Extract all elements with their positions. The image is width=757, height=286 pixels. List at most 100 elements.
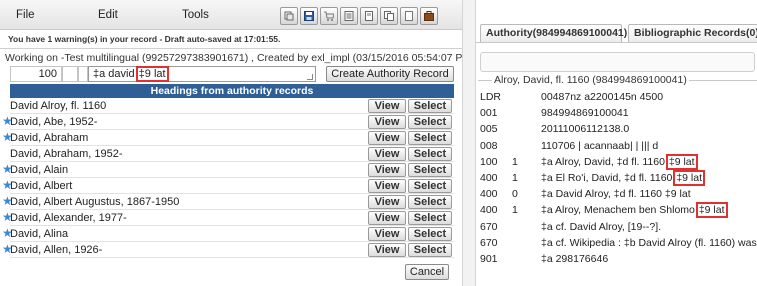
record-field-tag: 400 bbox=[480, 188, 498, 201]
briefcase-icon[interactable] bbox=[420, 7, 438, 25]
record-field-value: 110706 | acannaab| | ||| d bbox=[541, 140, 658, 152]
heading-row[interactable]: ★ David, Abe, 1952- View Select bbox=[2, 114, 454, 130]
heading-row[interactable]: David Alroy, fl. 1160 View Select bbox=[10, 98, 454, 114]
copy-record-icon[interactable] bbox=[280, 7, 298, 25]
menu-tools[interactable]: Tools bbox=[182, 9, 209, 21]
record-field-row: 005 20111006112138.0 bbox=[480, 121, 757, 137]
record-field-tag: 005 bbox=[480, 123, 498, 136]
select-button[interactable]: Select bbox=[408, 179, 452, 193]
copy-page-icon[interactable] bbox=[380, 7, 398, 25]
language-subfield-highlight: ‡9 lat bbox=[695, 202, 728, 219]
pane-splitter[interactable] bbox=[462, 0, 476, 286]
record-field-row: LDR 00487nz a2200145n 4500 bbox=[480, 89, 757, 105]
record-field-tag: 100 bbox=[480, 155, 498, 168]
record-field-indicator: 1 bbox=[512, 204, 518, 217]
view-button[interactable]: View bbox=[368, 131, 406, 145]
record-field-tag: 670 bbox=[480, 236, 498, 249]
select-button[interactable]: Select bbox=[408, 195, 452, 209]
view-button[interactable]: View bbox=[368, 147, 406, 161]
blank-page-icon[interactable] bbox=[400, 7, 418, 25]
heading-row[interactable]: ★ David, Alexander, 1977- View Select bbox=[2, 210, 454, 226]
heading-label: David, Allen, 1926- bbox=[10, 244, 103, 256]
create-authority-record-button[interactable]: Create Authority Record bbox=[326, 66, 454, 82]
view-button[interactable]: View bbox=[368, 99, 406, 113]
field-content-text: ‡a david bbox=[93, 68, 138, 80]
heading-row[interactable]: ★ David, Abraham View Select bbox=[2, 130, 454, 146]
record-field-indicator: 1 bbox=[512, 155, 518, 168]
heading-row[interactable]: ★ David, Albert View Select bbox=[2, 178, 454, 194]
select-button[interactable]: Select bbox=[408, 115, 452, 129]
record-field-tag: 400 bbox=[480, 172, 498, 184]
record-field-row: 670 ‡a cf. Wikipedia : ‡b David Alroy (fl… bbox=[480, 235, 757, 251]
authority-headings-list: Headings from authority records David Al… bbox=[2, 84, 454, 258]
select-button[interactable]: Select bbox=[408, 211, 452, 225]
record-field-tag: 400 bbox=[480, 204, 498, 217]
heading-label: David, Albert Augustus, 1867-1950 bbox=[10, 196, 180, 208]
view-button[interactable]: View bbox=[368, 179, 406, 193]
heading-label: David, Albert bbox=[10, 180, 73, 192]
record-field-value: 20111006112138.0 bbox=[541, 123, 629, 135]
select-button[interactable]: Select bbox=[408, 163, 452, 177]
record-field-row: 400 1 ‡a El Ro'i, David, ‡d fl. 1160 ‡9 la… bbox=[480, 170, 757, 186]
record-field-text: 00487nz a2200145n 4500 bbox=[541, 91, 664, 103]
heading-label: David, Alain bbox=[10, 164, 69, 176]
marc-field-row: 100 ‡a david ‡9 lat Create Authority Rec… bbox=[0, 64, 462, 82]
tab-authority[interactable]: Authority(984994869100041) bbox=[480, 24, 627, 42]
record-field-text: ‡a cf. David Alroy, [19--?]. bbox=[541, 220, 662, 233]
record-field-row: 008 110706 | acannaab| | ||| d bbox=[480, 138, 757, 154]
cart-icon[interactable] bbox=[320, 7, 338, 25]
list-icon[interactable] bbox=[340, 7, 358, 25]
select-button[interactable]: Select bbox=[408, 147, 452, 161]
record-field-text: ‡a David Alroy, ‡d fl. 1160 ‡9 lat bbox=[541, 188, 691, 201]
indicator-2-input[interactable] bbox=[78, 66, 88, 82]
field-tag-input[interactable]: 100 bbox=[10, 66, 62, 82]
menu-edit[interactable]: Edit bbox=[98, 9, 118, 21]
record-field-value: ‡a El Ro'i, David, ‡d fl. 1160 ‡9 lat bbox=[541, 170, 705, 186]
preview-toolbar bbox=[480, 52, 755, 72]
record-field-row: 400 0 ‡a David Alroy, ‡d fl. 1160 ‡9 lat bbox=[480, 186, 757, 202]
record-field-indicator: 1 bbox=[512, 172, 518, 184]
heading-label: David, Abe, 1952- bbox=[10, 116, 98, 128]
record-field-value: ‡a David Alroy, ‡d fl. 1160 ‡9 lat bbox=[541, 188, 691, 200]
menu-file[interactable]: File bbox=[16, 9, 35, 21]
tab-bibliographic-records[interactable]: Bibliographic Records(0) bbox=[628, 24, 757, 42]
record-field-tag: LDR bbox=[480, 91, 502, 103]
view-button[interactable]: View bbox=[368, 227, 406, 241]
record-field-text: ‡a Alroy, Menachem ben Shlomo bbox=[541, 204, 698, 217]
indicator-1-input[interactable] bbox=[62, 66, 78, 82]
page-icon[interactable] bbox=[360, 7, 378, 25]
authority-record-frame: Alroy, David, fl. 1160 (984994869100041)… bbox=[478, 74, 757, 286]
language-subfield-highlight: ‡9 lat bbox=[135, 66, 169, 82]
authority-record-title: Alroy, David, fl. 1160 (984994869100041) bbox=[492, 74, 689, 86]
heading-row[interactable]: ★ David, Albert Augustus, 1867-1950 View Se… bbox=[2, 194, 454, 210]
record-field-value: ‡a cf. Wikipedia : ‡b David Alroy (fl. 1… bbox=[541, 237, 757, 249]
record-field-row: 670 ‡a cf. David Alroy, [19--?]. bbox=[480, 219, 757, 235]
record-field-row: 901 ‡a 298176646 bbox=[480, 251, 757, 267]
heading-row[interactable]: David, Abraham, 1952- View Select bbox=[10, 146, 454, 162]
field-content-input[interactable]: ‡a david ‡9 lat bbox=[88, 66, 316, 82]
save-icon[interactable] bbox=[300, 7, 318, 25]
menu-bar: File Edit Tools bbox=[0, 0, 462, 30]
select-button[interactable]: Select bbox=[408, 243, 452, 257]
view-button[interactable]: View bbox=[368, 243, 406, 257]
view-button[interactable]: View bbox=[368, 195, 406, 209]
heading-label: David, Abraham, 1952- bbox=[10, 148, 123, 160]
select-button[interactable]: Select bbox=[408, 131, 452, 145]
heading-label: David, Abraham bbox=[10, 132, 89, 144]
record-field-value: ‡a Alroy, Menachem ben Shlomo ‡9 lat bbox=[541, 202, 728, 219]
heading-row[interactable]: ★ David, Alina View Select bbox=[2, 226, 454, 242]
select-button[interactable]: Select bbox=[408, 99, 452, 113]
record-field-value: 984994869100041 bbox=[541, 107, 629, 119]
select-button[interactable]: Select bbox=[408, 227, 452, 241]
record-field-tag: 008 bbox=[480, 139, 498, 152]
cancel-button[interactable]: Cancel bbox=[405, 264, 449, 280]
resize-grip-icon[interactable] bbox=[307, 74, 313, 80]
warning-message: You have 1 warning(s) in your record - D… bbox=[8, 34, 281, 44]
record-field-row: 400 1 ‡a Alroy, Menachem ben Shlomo ‡9 lat bbox=[480, 202, 757, 219]
heading-row[interactable]: ★ David, Alain View Select bbox=[2, 162, 454, 178]
view-button[interactable]: View bbox=[368, 115, 406, 129]
view-button[interactable]: View bbox=[368, 163, 406, 177]
record-field-row: 100 1 ‡a Alroy, David, ‡d fl. 1160 ‡9 lat bbox=[480, 153, 757, 170]
heading-row[interactable]: ★ David, Allen, 1926- View Select bbox=[2, 242, 454, 258]
view-button[interactable]: View bbox=[368, 211, 406, 225]
